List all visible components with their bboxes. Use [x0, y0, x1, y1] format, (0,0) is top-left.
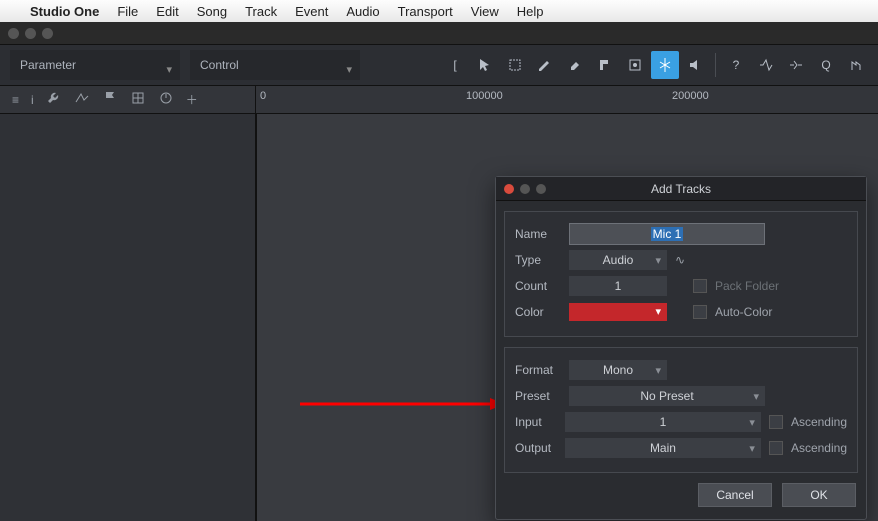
chevron-down-icon: ▾	[749, 442, 755, 455]
name-value: Mic 1	[651, 227, 684, 241]
control-slot[interactable]: Control ▾	[190, 50, 360, 80]
menu-edit[interactable]: Edit	[156, 4, 178, 19]
tool-group: [ ? Q	[441, 51, 878, 79]
chevron-down-icon: ▾	[346, 63, 352, 76]
add-tracks-dialog: Add Tracks Name Mic 1 Type Audio▾ ∿ Coun…	[495, 176, 867, 520]
parameter-slot[interactable]: Parameter ▾	[10, 50, 180, 80]
color-label: Color	[515, 305, 561, 319]
automation-icon[interactable]	[74, 90, 90, 109]
cancel-button[interactable]: Cancel	[698, 483, 772, 507]
auto-color-checkbox[interactable]	[693, 305, 707, 319]
traffic-close-icon[interactable]	[8, 28, 19, 39]
output-label: Output	[515, 441, 557, 455]
type-dropdown[interactable]: Audio▾	[569, 250, 667, 270]
listen-tool-icon[interactable]	[681, 51, 709, 79]
ruler-marker: 200000	[672, 90, 709, 102]
preset-label: Preset	[515, 389, 561, 403]
split-tool-icon[interactable]	[651, 51, 679, 79]
tempo-icon[interactable]	[158, 90, 174, 109]
paint-tool-icon[interactable]	[591, 51, 619, 79]
autoscroll-icon[interactable]	[782, 51, 810, 79]
add-track-icon[interactable]: ＋	[186, 91, 198, 108]
dialog-titlebar[interactable]: Add Tracks	[496, 177, 866, 201]
auto-color-label: Auto-Color	[715, 305, 772, 319]
pack-folder-checkbox[interactable]	[693, 279, 707, 293]
menu-transport[interactable]: Transport	[398, 4, 453, 19]
menu-view[interactable]: View	[471, 4, 499, 19]
name-label: Name	[515, 227, 561, 241]
timeline-ruler[interactable]: 0 100000 200000	[256, 86, 878, 113]
pencil-tool-icon[interactable]	[531, 51, 559, 79]
input-dropdown[interactable]: 1▾	[565, 412, 761, 432]
chevron-down-icon: ▾	[749, 416, 755, 429]
type-extra-icon[interactable]: ∿	[675, 253, 685, 267]
menu-event[interactable]: Event	[295, 4, 328, 19]
grid-icon[interactable]	[130, 90, 146, 109]
chevron-down-icon: ▾	[655, 254, 661, 267]
track-header-tools: ≡ i ＋	[0, 86, 256, 113]
bracket-left-icon[interactable]: [	[441, 51, 469, 79]
chevron-down-icon: ▾	[655, 305, 661, 318]
menu-track[interactable]: Track	[245, 4, 277, 19]
output-ascending-label: Ascending	[791, 441, 847, 455]
wrench-icon[interactable]	[46, 90, 62, 109]
macro-icon[interactable]	[842, 51, 870, 79]
dialog-buttons: Cancel OK	[496, 473, 866, 509]
track-list[interactable]	[0, 114, 256, 521]
input-ascending-checkbox[interactable]	[769, 415, 783, 429]
menu-song[interactable]: Song	[197, 4, 227, 19]
arrow-tool-icon[interactable]	[471, 51, 499, 79]
mac-menubar: Studio One File Edit Song Track Event Au…	[0, 0, 878, 22]
window-titlebar	[0, 22, 878, 44]
menu-file[interactable]: File	[117, 4, 138, 19]
name-input[interactable]: Mic 1	[569, 223, 765, 245]
eraser-tool-icon[interactable]	[561, 51, 589, 79]
count-field[interactable]: 1	[569, 276, 667, 296]
menu-audio[interactable]: Audio	[346, 4, 379, 19]
preset-dropdown[interactable]: No Preset▾	[569, 386, 765, 406]
dialog-panel-routing: Format Mono▾ Preset No Preset▾ Input 1▾ …	[504, 347, 858, 473]
menu-help[interactable]: Help	[517, 4, 544, 19]
dialog-title: Add Tracks	[496, 182, 866, 196]
traffic-min-icon[interactable]	[25, 28, 36, 39]
ok-button[interactable]: OK	[782, 483, 856, 507]
count-label: Count	[515, 279, 561, 293]
flag-icon[interactable]	[102, 90, 118, 109]
mute-tool-icon[interactable]	[621, 51, 649, 79]
toolbar: Parameter ▾ Control ▾ [ ? Q	[0, 44, 878, 86]
input-label: Input	[515, 415, 557, 429]
traffic-max-icon[interactable]	[42, 28, 53, 39]
ruler-marker: 100000	[466, 90, 503, 102]
info-icon[interactable]: i	[31, 93, 34, 107]
output-ascending-checkbox[interactable]	[769, 441, 783, 455]
control-label: Control	[200, 58, 239, 72]
color-picker[interactable]: ▾	[569, 303, 667, 321]
chevron-down-icon: ▾	[166, 63, 172, 76]
quantize-icon[interactable]: Q	[812, 51, 840, 79]
ruler-marker: 0	[260, 90, 266, 102]
chevron-down-icon: ▾	[655, 364, 661, 377]
snap-icon[interactable]	[752, 51, 780, 79]
dialog-panel-main: Name Mic 1 Type Audio▾ ∿ Count 1 Pack Fo…	[504, 211, 858, 337]
pack-folder-label: Pack Folder	[715, 279, 779, 293]
type-label: Type	[515, 253, 561, 267]
menu-app[interactable]: Studio One	[30, 4, 99, 19]
format-label: Format	[515, 363, 561, 377]
output-dropdown[interactable]: Main▾	[565, 438, 761, 458]
help-icon[interactable]: ?	[722, 51, 750, 79]
list-icon[interactable]: ≡	[12, 93, 19, 107]
chevron-down-icon: ▾	[753, 390, 759, 403]
range-tool-icon[interactable]	[501, 51, 529, 79]
format-dropdown[interactable]: Mono▾	[569, 360, 667, 380]
ruler-row: ≡ i ＋ 0 100000 200000	[0, 86, 878, 114]
input-ascending-label: Ascending	[791, 415, 847, 429]
parameter-label: Parameter	[20, 58, 76, 72]
